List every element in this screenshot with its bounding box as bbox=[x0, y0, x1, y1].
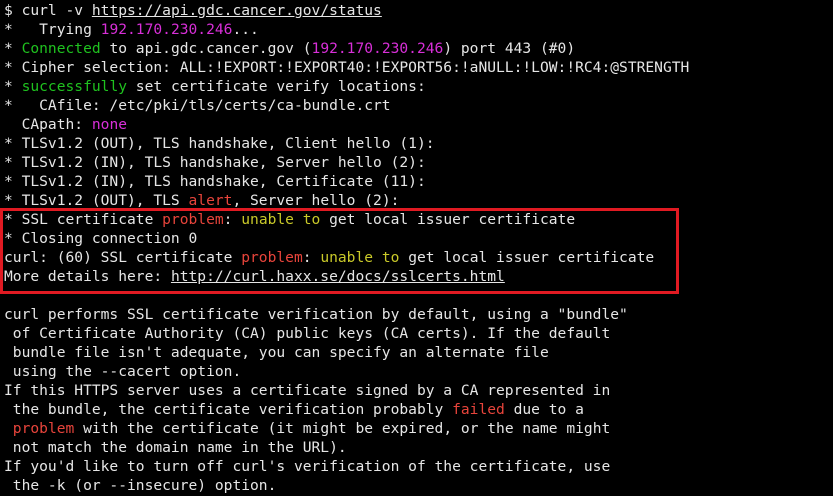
terminal-text: * SSL certificate bbox=[4, 211, 163, 228]
terminal-line: not match the domain name in the URL). bbox=[4, 438, 833, 457]
terminal-text: get local issuer certificate bbox=[399, 249, 655, 266]
terminal-text: not match the domain name in the URL). bbox=[4, 439, 347, 456]
terminal-text: : bbox=[302, 249, 321, 266]
terminal-text: none bbox=[91, 116, 128, 133]
terminal-line: * CAfile: /etc/pki/tls/certs/ca-bundle.c… bbox=[4, 96, 833, 115]
terminal-output[interactable]: $ curl -v https://api.gdc.cancer.gov/sta… bbox=[4, 1, 833, 495]
terminal-text: * TLSv1.2 (IN), TLS handshake, Server he… bbox=[4, 154, 426, 171]
terminal-line: * SSL certificate problem: unable to get… bbox=[4, 210, 833, 229]
url-link[interactable]: http://curl.haxx.se/docs/sslcerts.html bbox=[171, 268, 505, 285]
terminal-text: to api.gdc.cancer.gov ( bbox=[100, 40, 312, 57]
terminal-line: * Closing connection 0 bbox=[4, 229, 833, 248]
terminal-text: If this HTTPS server uses a certificate … bbox=[4, 382, 611, 399]
terminal-text: If you'd like to turn off curl's verific… bbox=[4, 458, 611, 475]
terminal-line: of Certificate Authority (CA) public key… bbox=[4, 324, 833, 343]
terminal-line: If you'd like to turn off curl's verific… bbox=[4, 457, 833, 476]
terminal-text: due to a bbox=[504, 401, 584, 418]
terminal-line: problem with the certificate (it might b… bbox=[4, 419, 833, 438]
terminal-line: the -k (or --insecure) option. bbox=[4, 476, 833, 495]
terminal-line: the bundle, the certificate verification… bbox=[4, 400, 833, 419]
terminal-line: curl: (60) SSL certificate problem: unab… bbox=[4, 248, 833, 267]
terminal-text: * Cipher selection: ALL:!EXPORT:!EXPORT4… bbox=[4, 59, 690, 76]
terminal-line: More details here: http://curl.haxx.se/d… bbox=[4, 267, 833, 286]
terminal-text: * TLSv1.2 (OUT), TLS handshake, Client h… bbox=[4, 135, 435, 152]
terminal-text: * TLSv1.2 (OUT), TLS bbox=[4, 192, 189, 209]
terminal-line: * TLSv1.2 (IN), TLS handshake, Certifica… bbox=[4, 172, 833, 191]
terminal-text: * bbox=[4, 40, 22, 57]
terminal-text: alert bbox=[188, 192, 233, 209]
terminal-line: * Trying 192.170.230.246... bbox=[4, 20, 833, 39]
terminal-line: * Cipher selection: ALL:!EXPORT:!EXPORT4… bbox=[4, 58, 833, 77]
terminal-text: 192.170.230.246 bbox=[100, 21, 233, 38]
terminal-line: curl performs SSL certificate verificati… bbox=[4, 305, 833, 324]
terminal-text: with the certificate (it might be expire… bbox=[74, 420, 611, 437]
terminal-text: Connected bbox=[21, 40, 101, 57]
terminal-text: unable to bbox=[320, 249, 400, 266]
terminal-text: of Certificate Authority (CA) public key… bbox=[4, 325, 611, 342]
terminal-text: CApath: bbox=[4, 116, 92, 133]
terminal-line: If this HTTPS server uses a certificate … bbox=[4, 381, 833, 400]
terminal-text: curl: (60) SSL certificate bbox=[4, 249, 242, 266]
terminal-text: * CAfile: /etc/pki/tls/certs/ca-bundle.c… bbox=[4, 97, 391, 114]
terminal-text: set certificate verify locations: bbox=[127, 78, 426, 95]
terminal-text: problem bbox=[241, 249, 303, 266]
terminal-text: * TLSv1.2 (IN), TLS handshake, Certifica… bbox=[4, 173, 426, 190]
terminal-text: $ curl -v bbox=[4, 2, 92, 19]
terminal-text: using the --cacert option. bbox=[4, 363, 242, 380]
terminal-text: unable to bbox=[241, 211, 321, 228]
terminal-line: bundle file isn't adequate, you can spec… bbox=[4, 343, 833, 362]
terminal-text: 192.170.230.246 bbox=[311, 40, 444, 57]
terminal-text: bundle file isn't adequate, you can spec… bbox=[4, 344, 549, 361]
terminal-line: * TLSv1.2 (IN), TLS handshake, Server he… bbox=[4, 153, 833, 172]
terminal-line: $ curl -v https://api.gdc.cancer.gov/sta… bbox=[4, 1, 833, 20]
terminal-line: * TLSv1.2 (OUT), TLS alert, Server hello… bbox=[4, 191, 833, 210]
terminal-text: , Server hello (2): bbox=[232, 192, 400, 209]
url-link[interactable]: https://api.gdc.cancer.gov/status bbox=[92, 2, 382, 19]
terminal-line: using the --cacert option. bbox=[4, 362, 833, 381]
terminal-text: the -k (or --insecure) option. bbox=[4, 477, 277, 494]
terminal-text: failed bbox=[452, 401, 505, 418]
terminal-line: * TLSv1.2 (OUT), TLS handshake, Client h… bbox=[4, 134, 833, 153]
terminal-text: successfully bbox=[21, 78, 128, 95]
terminal-text: problem bbox=[162, 211, 224, 228]
terminal-line: CApath: none bbox=[4, 115, 833, 134]
terminal-text: the bundle, the certificate verification… bbox=[4, 401, 453, 418]
terminal-text: : bbox=[223, 211, 242, 228]
terminal-text: * Closing connection 0 bbox=[4, 230, 198, 247]
terminal-text: curl performs SSL certificate verificati… bbox=[4, 306, 628, 323]
terminal-text: * Trying bbox=[4, 21, 101, 38]
terminal-text: * bbox=[4, 78, 22, 95]
terminal-text: problem bbox=[12, 420, 75, 437]
terminal-text: get local issuer certificate bbox=[320, 211, 576, 228]
terminal-text: ... bbox=[232, 21, 259, 38]
terminal-text: More details here: bbox=[4, 268, 171, 285]
terminal-line: * successfully set certificate verify lo… bbox=[4, 77, 833, 96]
terminal-text: ) port 443 (#0) bbox=[443, 40, 576, 57]
terminal-line: * Connected to api.gdc.cancer.gov (192.1… bbox=[4, 39, 833, 58]
